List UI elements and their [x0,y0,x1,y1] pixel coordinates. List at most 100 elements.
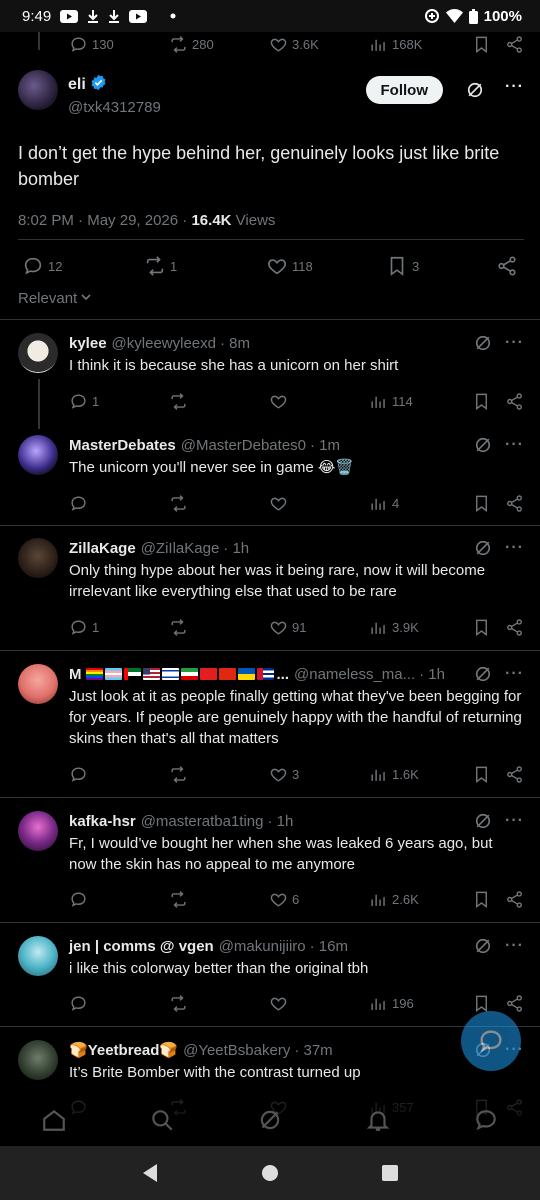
grok-icon[interactable] [473,538,493,558]
like-button[interactable]: 3.6K [269,35,369,54]
more-options-icon[interactable]: ··· [505,78,524,96]
views-button[interactable]: 168K [369,35,469,54]
views-button[interactable]: 2.6K [369,890,469,909]
notifications-icon[interactable] [365,1107,391,1133]
bookmark-button[interactable] [472,392,524,411]
views-button[interactable]: 3.9K [369,618,469,637]
more-options-icon[interactable]: ··· [505,665,524,683]
repost-button[interactable] [169,392,269,411]
repost-button[interactable]: 280 [169,35,269,54]
reply-button[interactable]: 1 [69,392,169,411]
reply-time: 37m [303,1041,333,1059]
bookmark-button[interactable] [472,994,524,1013]
reply-button[interactable] [69,765,169,784]
repost-button[interactable] [169,618,269,637]
like-button[interactable]: 118 [266,255,386,277]
divider [0,797,540,798]
bookmark-button[interactable] [472,35,524,54]
home-circle-icon[interactable] [261,1164,279,1182]
avatar[interactable] [18,435,58,475]
repost-button[interactable] [169,890,269,909]
reply-actions: 4 [69,491,524,515]
reply-author-handle: @makunijiiro [218,937,306,955]
views-button[interactable]: 196 [369,994,469,1013]
avatar[interactable] [18,70,58,110]
grok-icon[interactable] [465,80,485,100]
like-count: 91 [292,619,307,635]
reply-button[interactable] [69,994,169,1013]
avatar[interactable] [18,664,58,704]
reply-author-name[interactable]: jen | comms @ vgen [69,938,214,955]
messages-icon[interactable] [473,1107,499,1133]
reply-button[interactable] [69,890,169,909]
grok-icon[interactable] [473,664,493,684]
like-button[interactable] [269,994,369,1013]
thread-line [38,32,40,50]
like-button[interactable]: 6 [269,890,369,909]
repost-button[interactable] [169,765,269,784]
reply-author-name[interactable]: ZillaKage [69,540,136,557]
avatar[interactable] [18,811,58,851]
grok-icon[interactable] [473,811,493,831]
search-icon[interactable] [149,1107,175,1133]
reply-author-name[interactable]: MasterDebates [69,437,176,454]
grok-icon[interactable] [473,333,493,353]
like-button[interactable] [269,392,369,411]
like-button[interactable] [269,494,369,513]
bookmark-button[interactable] [472,494,524,513]
recents-icon[interactable] [381,1164,399,1182]
reply-button[interactable]: 12 [22,255,144,277]
reply-author-name[interactable]: kafka-hsr [69,813,136,830]
more-options-icon[interactable]: ··· [505,812,524,830]
bookmark-button[interactable] [472,618,524,637]
views-button[interactable]: 4 [369,494,469,513]
grok-icon[interactable] [257,1107,283,1133]
views-button[interactable]: 1.6K [369,765,469,784]
avatar[interactable] [18,1040,58,1080]
share-button[interactable] [496,255,518,277]
share-icon [505,994,524,1013]
like-button[interactable]: 3 [269,765,369,784]
reply-author-handle: @YeetBsbakery [183,1041,291,1059]
bookmark-button[interactable] [472,890,524,909]
author-name[interactable]: eli [68,76,86,94]
repost-button[interactable] [169,494,269,513]
avatar[interactable] [18,333,58,373]
main-tweet: eli @txk4312789 Follow ··· I don’t get t… [18,70,524,229]
avatar[interactable] [18,538,58,578]
reply-button[interactable]: 130 [69,35,169,54]
repost-count: 280 [192,36,214,52]
more-options-icon[interactable]: ··· [505,436,524,454]
bread-emoji-icon: 🍞 [69,1042,88,1059]
sort-dropdown[interactable]: Relevant [18,290,92,307]
download-icon [87,9,99,23]
reply-author-name[interactable]: kylee [69,335,107,352]
reply-actions: 3 1.6K [69,762,524,786]
more-options-icon[interactable]: ··· [505,937,524,955]
repost-button[interactable]: 1 [144,255,266,277]
youtube-icon [129,9,148,23]
bookmark-button[interactable]: 3 [386,255,419,277]
share-icon [505,494,524,513]
back-icon[interactable] [141,1163,159,1183]
avatar[interactable] [18,936,58,976]
home-icon[interactable] [41,1107,67,1133]
repost-button[interactable] [169,994,269,1013]
grok-icon[interactable] [473,435,493,455]
reply-author-name[interactable]: M [69,666,82,683]
tweet-meta: 8:02 PM · May 29, 2026 · 16.4K Views [18,212,276,229]
views-button[interactable]: 114 [369,392,469,411]
follow-button[interactable]: Follow [365,76,444,104]
like-button[interactable]: 91 [269,618,369,637]
view-count: 2.6K [392,891,419,907]
compose-reply-button[interactable] [461,1011,521,1071]
reply-button[interactable] [69,494,169,513]
bookmark-button[interactable] [472,765,524,784]
reply-author-name[interactable]: Yeetbread [88,1042,160,1059]
more-options-icon[interactable]: ··· [505,334,524,352]
grok-icon[interactable] [473,936,493,956]
download-icon [108,9,120,23]
reply-button[interactable]: 1 [69,618,169,637]
sort-label: Relevant [18,290,78,307]
more-options-icon[interactable]: ··· [505,539,524,557]
